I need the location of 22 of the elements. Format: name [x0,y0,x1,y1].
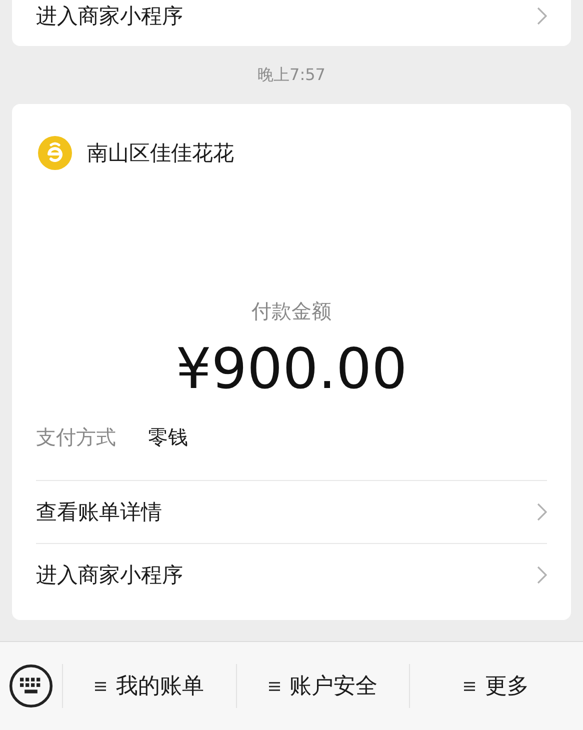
amount-label: 付款金额 [250,298,332,325]
chevron-right-icon [537,7,547,25]
link-row[interactable]: 进入商家小程序 [36,543,547,606]
menu-button[interactable]: 更多 [409,664,583,708]
detail-value: 零钱 [148,424,188,451]
menu-button[interactable]: 账户安全 [236,664,410,708]
link-row[interactable]: 查看账单详情 [36,480,547,543]
keyboard-icon[interactable] [9,664,53,708]
chevron-right-icon [537,503,547,521]
link-text: 查看账单详情 [36,499,162,526]
menu-icon [268,680,280,692]
menu-button[interactable]: 我的账单 [62,664,236,708]
link-text: 进入商家小程序 [36,562,183,589]
message-time: 晚上7:57 [256,65,326,86]
chevron-right-icon [537,566,547,584]
menu-icon [94,680,106,692]
link-text: 进入商家小程序 [36,3,183,30]
merchant-name: 南山区佳佳花花 [87,140,234,167]
detail-label: 支付方式 [36,424,116,451]
merchant-logo-icon [38,136,72,170]
menu-icon [464,680,476,692]
payment-amount: ¥900.00 [174,337,408,402]
